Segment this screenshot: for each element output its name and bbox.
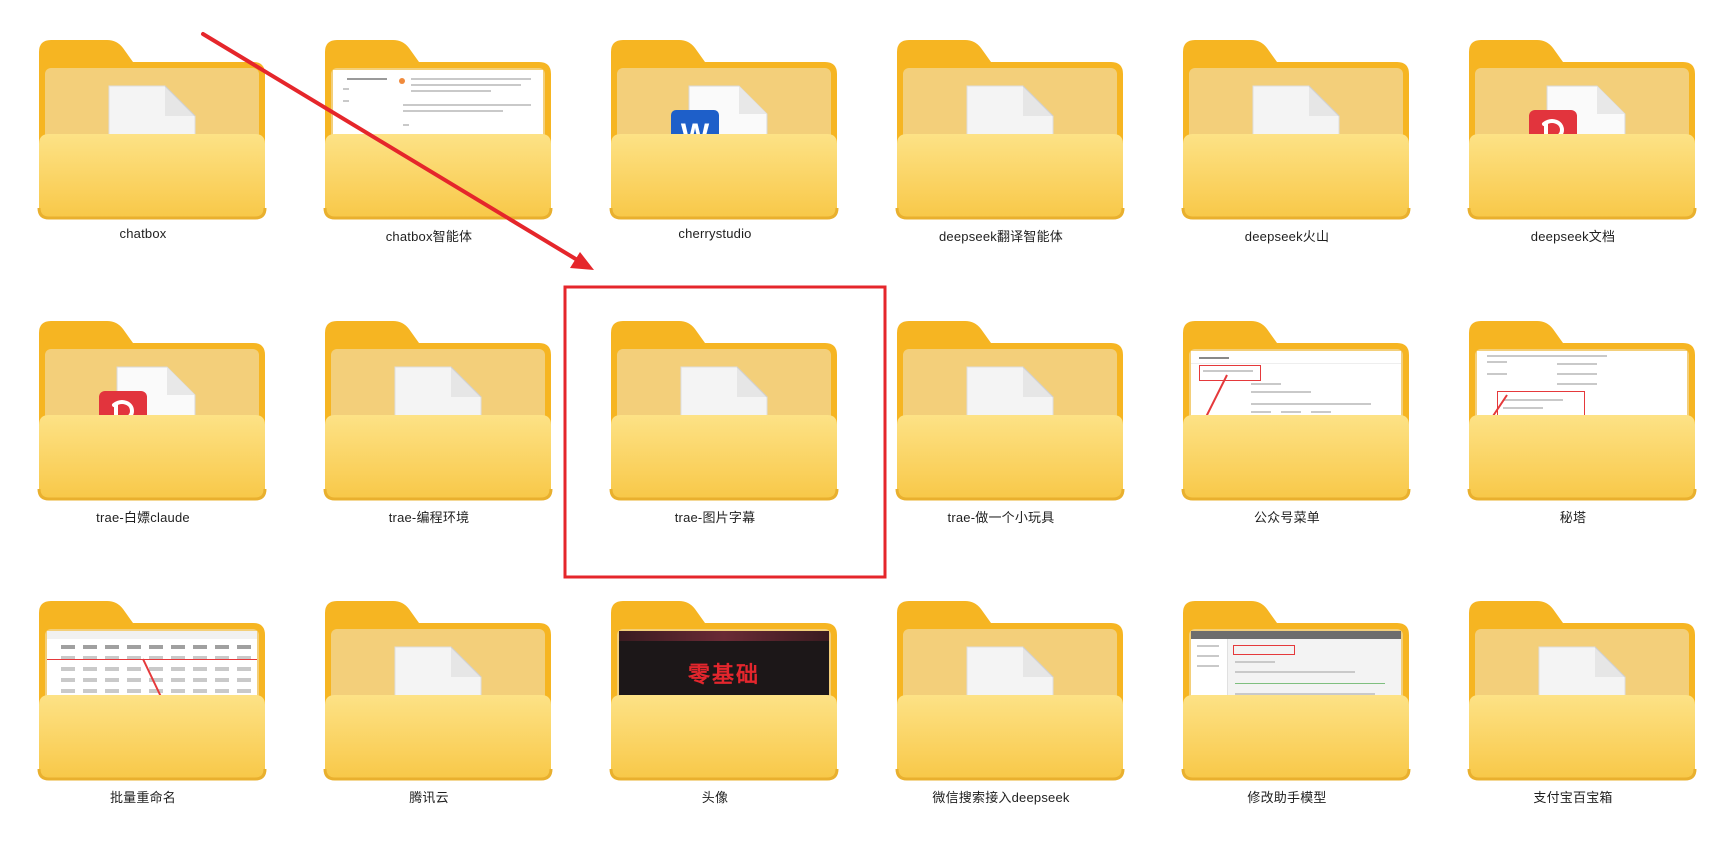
folder-label: 公众号菜单 (1253, 510, 1320, 525)
folder-item[interactable]: 秘塔 (1430, 281, 1716, 551)
folder-item[interactable]: deepseek文档 (1430, 0, 1716, 270)
folder-icon[interactable] (323, 321, 553, 501)
folder-item[interactable]: 修改助手模型 (1144, 561, 1430, 831)
folder-item[interactable]: trae-做一个小玩具 (858, 281, 1144, 551)
folder-label: 批量重命名 (109, 790, 176, 805)
folder-item[interactable]: trae-白嫖claude (0, 281, 286, 551)
folder-front (1181, 134, 1411, 220)
folder-front (37, 415, 267, 501)
folder-front (323, 695, 553, 781)
folder-icon[interactable] (1467, 601, 1697, 781)
folder-front (37, 695, 267, 781)
folder-icon[interactable] (895, 321, 1125, 501)
folder-item[interactable]: 批量重命名 (0, 561, 286, 831)
folder-item[interactable]: 零基础 头像 (572, 561, 858, 831)
folder-icon[interactable] (37, 321, 267, 501)
folder-front (1467, 134, 1697, 220)
folder-icon[interactable] (1181, 601, 1411, 781)
folder-front (609, 695, 839, 781)
folder-icon[interactable] (323, 40, 553, 220)
folder-label: deepseek文档 (1530, 229, 1616, 244)
folder-front (1181, 695, 1411, 781)
folder-icon[interactable] (895, 601, 1125, 781)
folder-icon[interactable]: 零基础 (609, 601, 839, 781)
folder-label: 秘塔 (1559, 510, 1587, 525)
folder-label: cherrystudio (678, 226, 752, 241)
folder-front (609, 134, 839, 220)
folder-label: 腾讯云 (409, 790, 449, 805)
folder-front (895, 695, 1125, 781)
folder-icon[interactable] (609, 321, 839, 501)
folder-label: trae-图片字幕 (674, 510, 756, 525)
folder-icon[interactable] (1467, 40, 1697, 220)
folder-label: deepseek翻译智能体 (939, 229, 1063, 244)
folder-item[interactable]: deepseek火山 (1144, 0, 1430, 270)
folder-icon[interactable] (323, 601, 553, 781)
folder-item[interactable]: 腾讯云 (286, 561, 572, 831)
folder-front (1467, 695, 1697, 781)
folder-item[interactable]: 公众号菜单 (1144, 281, 1430, 551)
folder-front (895, 134, 1125, 220)
folder-icon[interactable] (1181, 321, 1411, 501)
folder-icon[interactable] (1467, 321, 1697, 501)
folder-label: trae-做一个小玩具 (947, 510, 1055, 525)
folder-grid: chatbox chatbox智能体 cherrystudio deepseek… (0, 0, 1725, 853)
folder-front (37, 134, 267, 220)
folder-label: trae-编程环境 (388, 510, 470, 525)
folder-item[interactable]: chatbox智能体 (286, 0, 572, 270)
folder-front (323, 134, 553, 220)
folder-item[interactable]: 支付宝百宝箱 (1430, 561, 1716, 831)
folder-label: trae-白嫖claude (96, 510, 190, 525)
folder-item[interactable]: 微信搜索接入deepseek (858, 561, 1144, 831)
folder-label: deepseek火山 (1244, 229, 1330, 244)
folder-label: 微信搜索接入deepseek (932, 790, 1070, 805)
folder-icon[interactable] (37, 601, 267, 781)
folder-front (323, 415, 553, 501)
folder-label: 修改助手模型 (1247, 790, 1327, 805)
folder-icon[interactable] (1181, 40, 1411, 220)
folder-icon[interactable] (895, 40, 1125, 220)
folder-item[interactable]: W cherrystudio (572, 0, 858, 270)
folder-front (1467, 415, 1697, 501)
folder-label: 头像 (701, 790, 729, 805)
folder-item[interactable]: trae-编程环境 (286, 281, 572, 551)
folder-front (1181, 415, 1411, 501)
folder-item[interactable]: deepseek翻译智能体 (858, 0, 1144, 270)
folder-icon[interactable] (37, 40, 267, 220)
folder-icon[interactable]: W (609, 40, 839, 220)
folder-label: 支付宝百宝箱 (1533, 790, 1613, 805)
folder-item[interactable]: trae-图片字幕 (572, 281, 858, 551)
folder-front (609, 415, 839, 501)
folder-item[interactable]: chatbox (0, 0, 286, 270)
folder-label: chatbox (119, 226, 167, 241)
folder-label: chatbox智能体 (385, 229, 473, 244)
folder-front (895, 415, 1125, 501)
